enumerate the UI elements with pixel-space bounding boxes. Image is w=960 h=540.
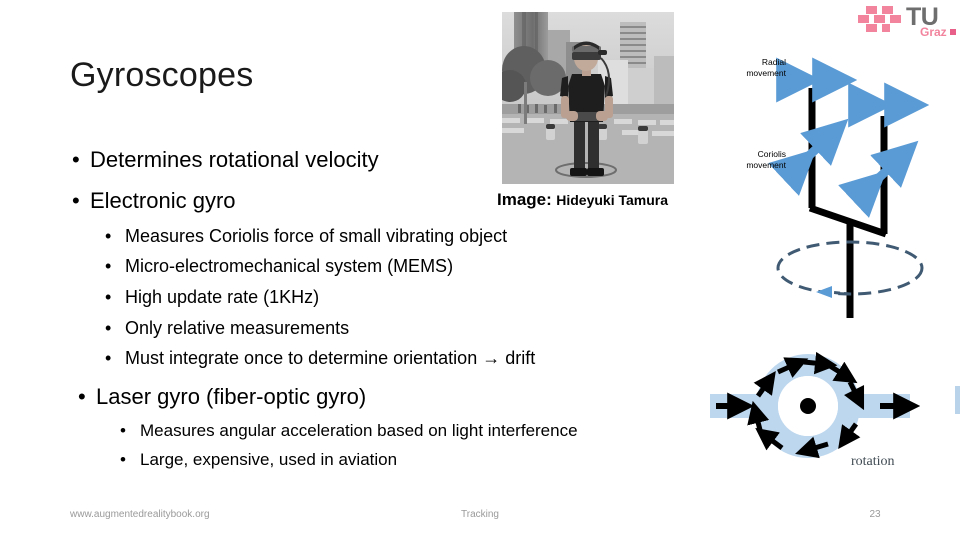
photo-caption-credit: Hideyuki Tamura <box>556 192 669 208</box>
list-item: • Micro-electromechanical system (MEMS) <box>105 256 453 277</box>
bullet-text: Must integrate once to determine orienta… <box>125 348 536 368</box>
bullet-marker: • <box>120 450 126 469</box>
bullet-text: Determines rotational velocity <box>90 147 379 172</box>
tu-graz-logo-dot <box>950 29 956 35</box>
bullet-marker: • <box>72 147 80 172</box>
rotation-label: rotation <box>851 454 895 469</box>
list-item: • High update rate (1KHz) <box>105 287 319 308</box>
radial-movement-label-line2: movement <box>746 68 786 78</box>
fiber-optic-ring-gyro-diagram <box>700 352 960 472</box>
bullet-marker: • <box>105 318 112 338</box>
slide-canvas: TU Graz Gyroscopes • Determines rotationa… <box>0 0 960 540</box>
radial-movement-label-line1: Radial <box>761 57 786 67</box>
bullet-text: Measures angular acceleration based on l… <box>140 421 578 440</box>
bullet-text: Only relative measurements <box>125 318 350 338</box>
page-title: Gyroscopes <box>70 56 254 94</box>
photo-caption-label: Image: <box>497 190 552 209</box>
bullet-marker: • <box>72 188 80 213</box>
bullet-text: Laser gyro (fiber-optic gyro) <box>96 384 367 409</box>
bullet-marker: • <box>105 287 112 307</box>
tu-graz-logo-graz: Graz <box>920 25 947 39</box>
bullet-determines-rotational-velocity: • Determines rotational velocity <box>72 147 379 173</box>
bullet-text: Large, expensive, used in aviation <box>140 450 398 469</box>
list-item: • Large, expensive, used in aviation <box>120 450 397 470</box>
footer-section: Tracking <box>461 509 499 520</box>
ar-user-photo <box>502 12 674 184</box>
bullet-text: Micro-electromechanical system (MEMS) <box>125 256 454 276</box>
bullet-marker: • <box>105 256 112 276</box>
list-item: • Only relative measurements <box>105 318 349 339</box>
list-item: • Measures angular acceleration based on … <box>120 421 578 441</box>
bullet-text: Measures Coriolis force of small vibrati… <box>125 226 508 246</box>
photo-caption: Image: Hideyuki Tamura <box>497 190 668 210</box>
bullet-marker: • <box>105 348 112 368</box>
tu-graz-logo-mark <box>858 6 901 32</box>
list-item: • Must integrate once to determine orient… <box>105 348 535 369</box>
fork-body <box>808 88 888 318</box>
ring-center-dot <box>800 398 816 414</box>
bullet-marker: • <box>105 226 112 246</box>
tuning-fork-gyroscope-diagram <box>768 57 930 318</box>
bullet-text: Electronic gyro <box>90 188 236 213</box>
coriolis-movement-label-line1: Coriolis <box>757 149 786 159</box>
bullet-marker: • <box>78 384 86 409</box>
radial-movement-label: Radial movement <box>716 57 786 79</box>
ar-user-photo-image <box>502 12 674 184</box>
coriolis-movement-label: Coriolis movement <box>716 149 786 171</box>
bullet-laser-gyro: • Laser gyro (fiber-optic gyro) <box>78 384 366 410</box>
slide-edge-accent <box>955 386 960 414</box>
footer-page-number: 23 <box>869 509 881 520</box>
bullet-marker: • <box>120 421 126 440</box>
list-item: • Measures Coriolis force of small vibrat… <box>105 226 507 247</box>
bullet-electronic-gyro: • Electronic gyro <box>72 188 236 214</box>
coriolis-movement-label-line2: movement <box>746 160 786 170</box>
bullet-text: High update rate (1KHz) <box>125 287 320 307</box>
